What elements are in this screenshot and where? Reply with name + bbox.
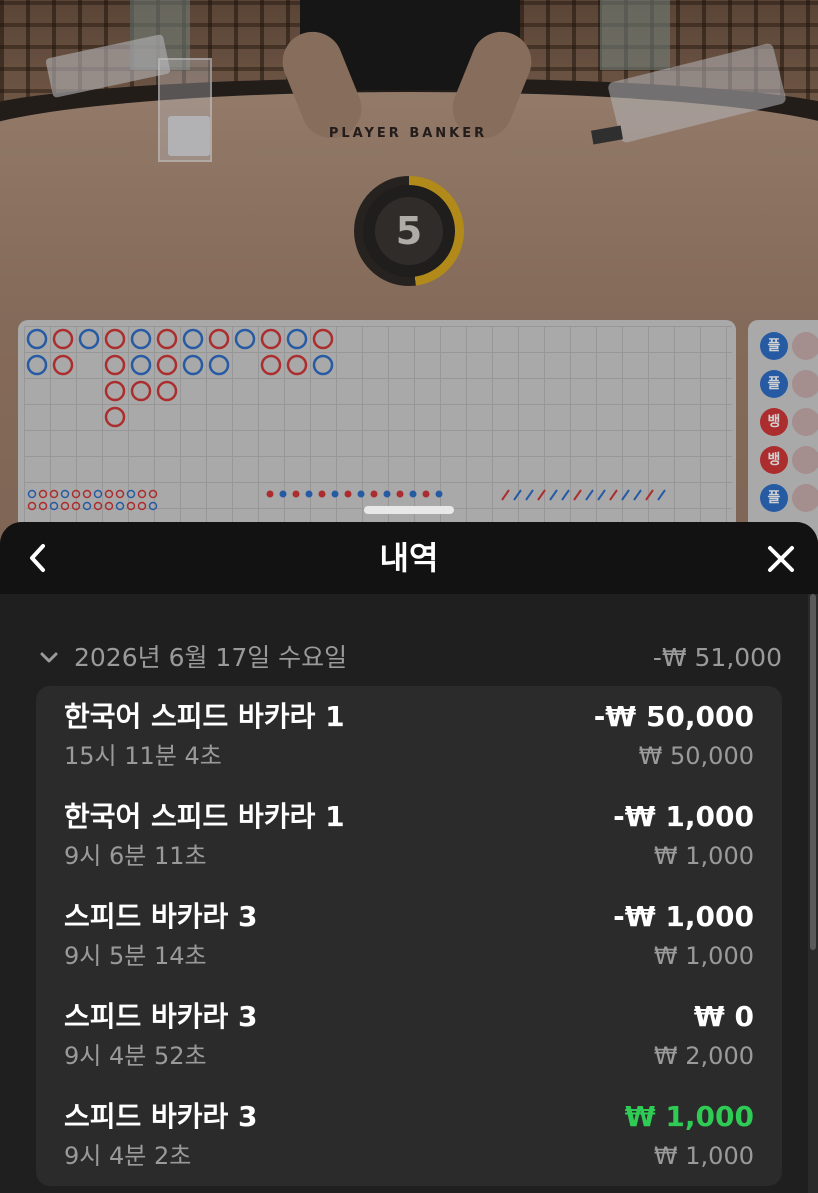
entry-result-amount: -₩ 50,000 xyxy=(593,700,754,733)
close-icon xyxy=(768,546,794,572)
history-sheet: 내역 2026년 6월 17일 수요일 -₩ 51,000 한국어 스피드 바카… xyxy=(0,522,818,1193)
chevron-down-icon xyxy=(40,652,58,663)
entry-game-name: 스피드 바카라 3 xyxy=(64,1000,258,1033)
sheet-header: 내역 xyxy=(0,522,818,594)
sheet-drag-handle[interactable] xyxy=(364,506,454,514)
scrollbar[interactable] xyxy=(808,594,818,1193)
scrollbar-thumb[interactable] xyxy=(810,594,816,950)
entry-result-amount: ₩ 0 xyxy=(693,1000,754,1033)
entry-game-name: 한국어 스피드 바카라 1 xyxy=(64,800,345,833)
entry-time: 9시 4분 2초 xyxy=(64,1142,192,1170)
entry-stake-amount: ₩ 1,000 xyxy=(653,942,754,970)
entry-result-amount: -₩ 1,000 xyxy=(613,800,754,833)
date-label: 2026년 6월 17일 수요일 xyxy=(74,643,348,672)
history-item[interactable]: 한국어 스피드 바카라 1 15시 11분 4초 -₩ 50,000 ₩ 50,… xyxy=(36,686,782,786)
entry-stake-amount: ₩ 1,000 xyxy=(653,1142,754,1170)
entry-result-amount: -₩ 1,000 xyxy=(613,900,754,933)
entry-time: 15시 11분 4초 xyxy=(64,742,222,770)
history-item[interactable]: 스피드 바카라 3 9시 5분 14초 -₩ 1,000 ₩ 1,000 xyxy=(36,886,782,986)
entry-game-name: 한국어 스피드 바카라 1 xyxy=(64,700,345,733)
history-item[interactable]: 스피드 바카라 3 9시 4분 52초 ₩ 0 ₩ 2,000 xyxy=(36,986,782,1086)
entry-game-name: 스피드 바카라 3 xyxy=(64,900,258,933)
entry-time: 9시 4분 52초 xyxy=(64,1042,207,1070)
entry-stake-amount: ₩ 2,000 xyxy=(653,1042,754,1070)
sheet-title: 내역 xyxy=(379,539,439,577)
entry-time: 9시 5분 14초 xyxy=(64,942,207,970)
date-group-header[interactable]: 2026년 6월 17일 수요일 -₩ 51,000 xyxy=(38,640,782,676)
entry-time: 9시 6분 11초 xyxy=(64,842,207,870)
entry-game-name: 스피드 바카라 3 xyxy=(64,1100,258,1133)
history-list: 한국어 스피드 바카라 1 15시 11분 4초 -₩ 50,000 ₩ 50,… xyxy=(36,686,782,1186)
history-item[interactable]: 스피드 바카라 3 9시 4분 2초 ₩ 1,000 ₩ 1,000 xyxy=(36,1086,782,1186)
entry-result-amount: ₩ 1,000 xyxy=(624,1100,754,1133)
date-total: -₩ 51,000 xyxy=(652,643,782,672)
entry-stake-amount: ₩ 50,000 xyxy=(638,742,754,770)
entry-stake-amount: ₩ 1,000 xyxy=(653,842,754,870)
history-item[interactable]: 한국어 스피드 바카라 1 9시 6분 11초 -₩ 1,000 ₩ 1,000 xyxy=(36,786,782,886)
close-button[interactable] xyxy=(760,538,802,580)
